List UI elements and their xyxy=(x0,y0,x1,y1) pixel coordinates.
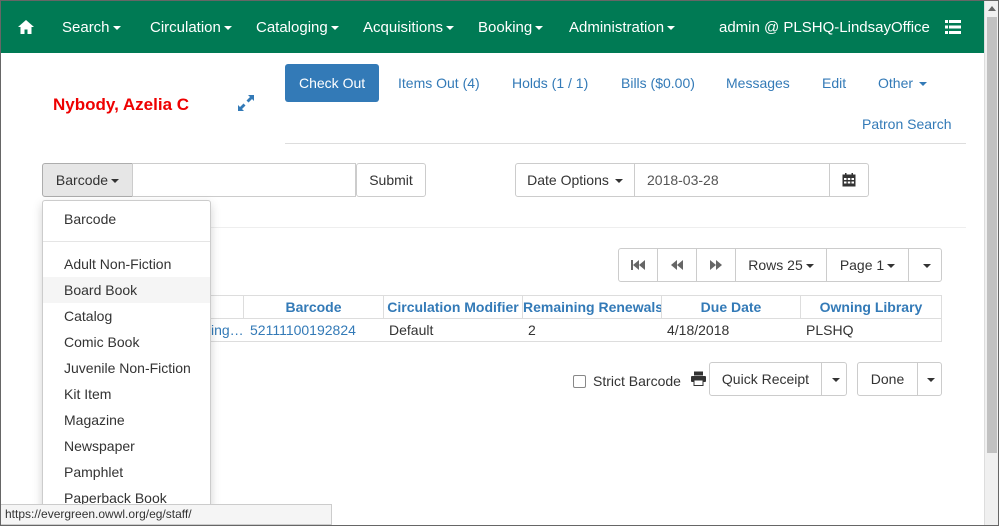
tab-messages[interactable]: Messages xyxy=(712,64,804,102)
date-options-button[interactable]: Date Options xyxy=(515,163,635,197)
top-navbar: Search Circulation Cataloging Acquisitio… xyxy=(1,1,984,53)
chevron-down-icon xyxy=(111,179,120,184)
home-icon[interactable] xyxy=(17,19,35,35)
dropdown-item-pamphlet[interactable]: Pamphlet xyxy=(43,459,210,485)
tab-other[interactable]: Other xyxy=(864,64,941,102)
chevron-down-icon xyxy=(223,26,232,31)
nav-acquisitions-label: Acquisitions xyxy=(363,19,444,36)
rows-per-page-label: Rows 25 xyxy=(748,257,803,273)
submit-button[interactable]: Submit xyxy=(356,163,426,197)
chevron-down-icon xyxy=(112,26,121,31)
tab-bills[interactable]: Bills ($0.00) xyxy=(607,64,709,102)
barcode-type-label: Barcode xyxy=(55,172,109,188)
chevron-down-icon xyxy=(805,264,814,269)
chevron-down-icon xyxy=(446,26,455,31)
scrollbar-thumb[interactable] xyxy=(987,17,997,453)
quick-receipt-menu-button[interactable] xyxy=(821,362,847,396)
patron-search-link[interactable]: Patron Search xyxy=(862,116,952,132)
dropdown-item-adult-non-fiction[interactable]: Adult Non-Fiction xyxy=(43,251,210,277)
cell-title[interactable]: ing… xyxy=(211,319,244,342)
column-header-due-date[interactable]: Due Date xyxy=(662,296,801,318)
cell-barcode[interactable]: 52111100192824 xyxy=(250,319,380,342)
nav-circulation[interactable]: Circulation xyxy=(150,1,232,53)
due-date-input[interactable]: 2018-03-28 xyxy=(634,163,830,197)
dropdown-item-catalog[interactable]: Catalog xyxy=(43,303,210,329)
nav-cataloging-label: Cataloging xyxy=(256,19,328,36)
dropdown-item-kit-item[interactable]: Kit Item xyxy=(43,381,210,407)
scroll-up-icon[interactable] xyxy=(988,6,996,11)
tab-holds[interactable]: Holds (1 / 1) xyxy=(498,64,602,102)
nav-booking[interactable]: Booking xyxy=(478,1,544,53)
cell-due-date: 4/18/2018 xyxy=(667,322,730,338)
chevron-down-icon xyxy=(922,264,931,269)
chevron-down-icon xyxy=(831,378,840,383)
column-header-circulation-modifier[interactable]: Circulation Modifier xyxy=(384,296,523,318)
vertical-scrollbar[interactable] xyxy=(984,1,998,525)
status-bar-url: https://evergreen.owwl.org/eg/staff/ xyxy=(1,504,332,525)
browser-frame: Search Circulation Cataloging Acquisitio… xyxy=(0,0,999,526)
strict-barcode-checkbox[interactable] xyxy=(573,375,586,388)
first-page-button[interactable] xyxy=(618,248,658,282)
dropdown-item-magazine[interactable]: Magazine xyxy=(43,407,210,433)
forward-icon xyxy=(710,260,722,270)
chevron-down-icon xyxy=(535,26,544,31)
nav-administration[interactable]: Administration xyxy=(569,1,676,53)
list-menu-icon[interactable] xyxy=(945,20,961,34)
date-options-label: Date Options xyxy=(527,172,609,188)
barcode-input[interactable] xyxy=(132,163,356,197)
nav-booking-label: Booking xyxy=(478,19,533,36)
column-header-remaining-renewals[interactable]: Remaining Renewals xyxy=(523,296,662,318)
quick-receipt-button[interactable]: Quick Receipt xyxy=(709,362,822,396)
page-select-button[interactable]: Page 1 xyxy=(826,248,909,282)
previous-page-button[interactable] xyxy=(657,248,697,282)
column-header-owning-library[interactable]: Owning Library xyxy=(801,296,941,318)
nav-search-label: Search xyxy=(62,19,110,36)
cell-remaining-renewals: 2 xyxy=(528,322,536,338)
nav-acquisitions[interactable]: Acquisitions xyxy=(363,1,455,53)
dropdown-item-comic-book[interactable]: Comic Book xyxy=(43,329,210,355)
dropdown-item-juvenile-non-fiction[interactable]: Juvenile Non-Fiction xyxy=(43,355,210,381)
chevron-down-icon xyxy=(330,26,339,31)
calendar-icon xyxy=(842,173,856,187)
dropdown-item-barcode[interactable]: Barcode xyxy=(43,206,210,232)
patron-name: Nybody, Azelia C xyxy=(53,95,190,114)
dropdown-item-board-book[interactable]: Board Book xyxy=(43,277,210,303)
chevron-down-icon xyxy=(887,264,896,269)
done-menu-button[interactable] xyxy=(917,362,942,396)
print-icon xyxy=(691,371,706,386)
tab-other-label: Other xyxy=(878,75,914,91)
tab-check-out[interactable]: Check Out xyxy=(285,64,380,102)
backward-icon xyxy=(671,260,683,270)
chevron-down-icon xyxy=(667,26,676,31)
chevron-down-icon xyxy=(927,378,935,383)
barcode-type-dropdown: Barcode Adult Non-Fiction Board Book Cat… xyxy=(42,200,211,525)
page-select-label: Page 1 xyxy=(839,257,885,273)
calendar-button[interactable] xyxy=(829,163,869,197)
expand-icon[interactable] xyxy=(236,93,256,113)
cell-circulation-modifier: Default xyxy=(389,322,434,338)
nav-user[interactable]: admin @ PLSHQ-LindsayOffice xyxy=(719,1,930,53)
tab-edit[interactable]: Edit xyxy=(808,64,860,102)
chevron-down-icon xyxy=(919,82,928,87)
chevron-down-icon xyxy=(614,179,623,184)
nav-circulation-label: Circulation xyxy=(150,19,221,36)
nav-cataloging[interactable]: Cataloging xyxy=(256,1,339,53)
column-header-barcode[interactable]: Barcode xyxy=(244,296,384,318)
cell-owning-library: PLSHQ xyxy=(806,322,854,338)
nav-search[interactable]: Search xyxy=(62,1,121,53)
rows-per-page-button[interactable]: Rows 25 xyxy=(735,248,827,282)
done-button[interactable]: Done xyxy=(857,362,918,396)
next-page-button[interactable] xyxy=(696,248,736,282)
dropdown-divider xyxy=(43,241,210,242)
grid-actions-button[interactable] xyxy=(908,248,942,282)
barcode-type-button[interactable]: Barcode xyxy=(42,163,133,197)
tab-items-out[interactable]: Items Out (4) xyxy=(384,64,494,102)
nav-administration-label: Administration xyxy=(569,19,665,36)
first-page-icon xyxy=(631,260,645,270)
tabs-divider xyxy=(285,143,966,144)
dropdown-item-newspaper[interactable]: Newspaper xyxy=(43,433,210,459)
strict-barcode-label: Strict Barcode xyxy=(593,373,681,389)
